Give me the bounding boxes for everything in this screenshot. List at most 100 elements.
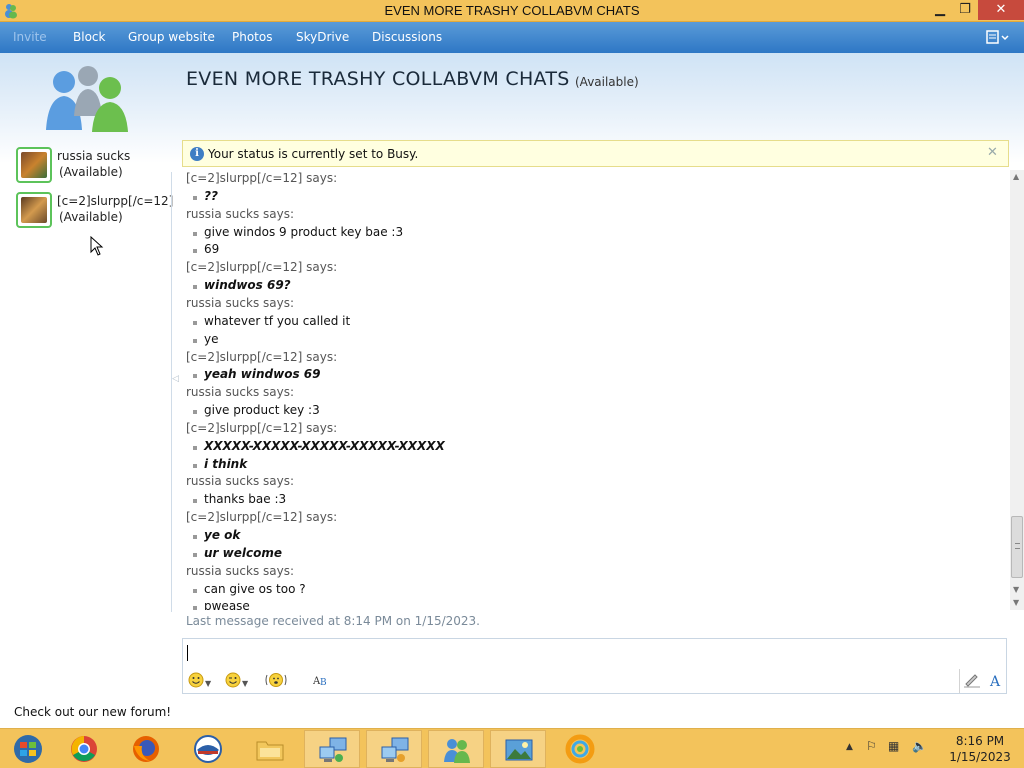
nav-group-website[interactable]: Group website (128, 30, 215, 44)
message-bullet (193, 445, 197, 450)
font-button[interactable]: AB (312, 672, 329, 690)
avatar[interactable] (16, 147, 52, 183)
contact-status: (Available) (59, 165, 123, 179)
taskbar-file-explorer[interactable] (242, 730, 298, 768)
emoticon-button[interactable]: ▼ (188, 672, 211, 690)
firefox-icon (133, 736, 159, 762)
system-tray: ▲ ⚐ ▦ 🔈 (846, 739, 936, 759)
scroll-up-icon[interactable]: ▲ (1013, 172, 1019, 181)
start-orb-icon (14, 735, 42, 763)
message-text: thanks bae :3 (204, 492, 287, 507)
contact-item[interactable]: russia sucks (Available) (16, 147, 166, 187)
nav-invite[interactable]: Invite (13, 30, 47, 44)
message-sender: russia sucks says: (186, 295, 295, 310)
forum-link[interactable]: Check out our new forum! (14, 705, 171, 719)
taskbar-windows-live[interactable] (180, 730, 236, 768)
scroll-down-end-icon[interactable]: ▼ (1013, 598, 1019, 607)
message-sender: [c=2]slurpp[/c=12] says: (186, 171, 338, 185)
scrollbar-thumb[interactable] (1011, 516, 1023, 578)
info-icon: i (190, 147, 204, 161)
message-text: pwease (204, 599, 250, 610)
pane-divider[interactable] (171, 172, 172, 612)
message-bullet (193, 463, 197, 468)
message-text: give product key :3 (204, 403, 320, 418)
window-title: EVEN MORE TRASHY COLLABVM CHATS (384, 3, 640, 18)
mouse-cursor-icon (90, 236, 104, 256)
text-format-button[interactable]: A (989, 672, 1003, 690)
svg-text:A: A (989, 674, 1001, 688)
close-icon[interactable]: ✕ (987, 145, 998, 160)
conversation-scrollbar[interactable]: ▲ ▼ ▼ (1010, 170, 1024, 610)
scroll-down-icon[interactable]: ▼ (1013, 585, 1019, 594)
taskbar-photo-viewer[interactable] (490, 730, 546, 768)
nav-bar: Invite Block Group website Photos SkyDri… (0, 22, 1024, 53)
message-bullet (193, 499, 197, 504)
message-compose-box[interactable]: ▼ ▼ AB A (182, 638, 1007, 694)
taskbar-network-connection[interactable] (304, 730, 360, 768)
contact-item[interactable]: [c=2]slurpp[/c=12] (Available) (16, 192, 173, 232)
close-button[interactable]: ✕ (978, 0, 1024, 20)
conversation-history[interactable]: [c=2]slurpp[/c=12] says:?? russia sucks s… (186, 170, 1004, 610)
font-icon: AB (312, 676, 327, 688)
nav-photos[interactable]: Photos (232, 30, 272, 44)
volume-icon[interactable]: 🔈 (912, 739, 927, 753)
avatar[interactable] (16, 192, 52, 228)
wink-icon (225, 672, 241, 688)
minimize-button[interactable]: ▁ (926, 0, 954, 20)
taskbar-live-gallery[interactable] (552, 730, 608, 768)
photo-viewer-icon (505, 739, 533, 761)
message-input[interactable] (187, 641, 947, 665)
toolbar-separator (959, 669, 960, 693)
conversation-status: (Available) (575, 75, 639, 89)
status-info-bar: i Your status is currently set to Busy. … (182, 140, 1009, 167)
message-sender: [c=2]slurpp[/c=12] says: (186, 260, 338, 275)
message-sender: [c=2]slurpp[/c=12] says: (186, 510, 338, 525)
action-center-flag-icon[interactable]: ⚐ (866, 739, 877, 753)
nudge-button[interactable] (264, 672, 288, 690)
message-sender: russia sucks says: (186, 563, 295, 578)
message-bullet (193, 374, 197, 379)
compose-toolbar: ▼ ▼ AB A (183, 669, 1006, 694)
taskbar-clock[interactable]: 8:16 PM 1/15/2023 (940, 733, 1020, 765)
window-titlebar[interactable]: EVEN MORE TRASHY COLLABVM CHATS ▁ ❐ ✕ (0, 0, 1024, 22)
group-avatar-icon (46, 66, 128, 132)
contact-name: russia sucks (57, 149, 131, 163)
collapse-arrow-icon[interactable]: ◁ (172, 374, 179, 384)
message-text: can give os too ? (204, 581, 306, 596)
message-bullet (193, 588, 197, 593)
message-text: ur welcome (204, 545, 282, 560)
nav-block[interactable]: Block (73, 30, 105, 44)
maximize-button[interactable]: ❐ (951, 0, 979, 20)
taskbar-chrome[interactable] (56, 730, 112, 768)
info-bar-text: Your status is currently set to Busy. (208, 147, 419, 161)
nav-skydrive[interactable]: SkyDrive (296, 30, 349, 44)
message-text: yeah windwos 69 (204, 367, 321, 382)
text-format-icon: A (989, 674, 1001, 690)
network-computer-icon (319, 737, 347, 762)
start-button[interactable] (0, 730, 56, 768)
message-bullet (193, 410, 197, 415)
nudge-icon (265, 673, 287, 687)
taskbar-firefox[interactable] (118, 730, 174, 768)
handwriting-button[interactable] (963, 672, 981, 690)
contact-name: [c=2]slurpp[/c=12] (57, 194, 174, 208)
message-sender: [c=2]slurpp[/c=12] says: (186, 349, 338, 364)
taskbar-remote-desktop[interactable] (366, 730, 422, 768)
message-bullet (193, 285, 197, 290)
taskbar: ▲ ⚐ ▦ 🔈 8:16 PM 1/15/2023 (0, 728, 1024, 768)
menu-icon[interactable] (984, 28, 1010, 46)
handwriting-icon (964, 674, 980, 688)
message-bullet (193, 195, 197, 200)
messenger-icon (444, 739, 470, 763)
live-gallery-icon (565, 734, 595, 764)
tray-expand-icon[interactable]: ▲ (846, 742, 853, 752)
message-text: XXXXX-XXXXX-XXXXX-XXXXX-XXXXX (204, 438, 445, 453)
network-tray-icon[interactable]: ▦ (888, 739, 899, 753)
message-bullet (193, 249, 197, 254)
message-text: whatever tf you called it (204, 313, 351, 328)
message-text: ye ok (204, 528, 241, 542)
taskbar-messenger[interactable] (428, 730, 484, 768)
nav-discussions[interactable]: Discussions (372, 30, 442, 44)
wink-button[interactable]: ▼ (225, 672, 248, 690)
conversation-title: EVEN MORE TRASHY COLLABVM CHATS (186, 68, 570, 90)
